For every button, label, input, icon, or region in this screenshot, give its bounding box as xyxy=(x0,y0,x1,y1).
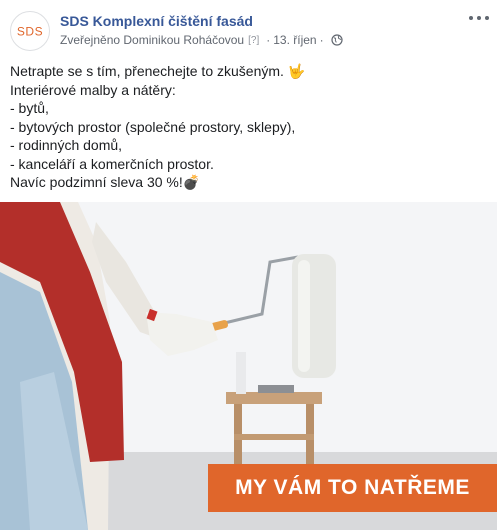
post-image[interactable]: MY VÁM TO NATŘEME xyxy=(0,202,497,530)
post-header: SDS SDS Komplexní čištění fasád Zveřejně… xyxy=(0,0,497,60)
page-name-link[interactable]: SDS Komplexní čištění fasád xyxy=(60,13,253,29)
info-marker[interactable]: [?] xyxy=(248,35,259,46)
post-line: Netrapte se s tím, přenechejte to zkušen… xyxy=(10,63,306,79)
post-meta: Zveřejněno Dominikou Roháčovou [?] · 13.… xyxy=(60,33,343,47)
globe-icon[interactable] xyxy=(330,34,343,46)
post-line: - bytových prostor (společné prostory, s… xyxy=(10,118,296,135)
post-line: Navíc podzimní sleva 30 %!💣 xyxy=(10,174,201,190)
image-banner-text: MY VÁM TO NATŘEME xyxy=(235,476,470,499)
image-banner: MY VÁM TO NATŘEME xyxy=(208,464,497,512)
post-line: - kanceláří a komerčních prostor. xyxy=(10,155,214,172)
published-by: Zveřejněno Dominikou Roháčovou xyxy=(60,33,245,47)
post-text: Netrapte se s tím, přenechejte to zkušen… xyxy=(10,62,490,192)
post-line: - bytů, xyxy=(10,100,49,116)
post-line: Interiérové malby a nátěry: xyxy=(10,81,176,98)
post-date[interactable]: 13. říjen xyxy=(273,33,316,47)
more-options-icon[interactable] xyxy=(469,10,489,26)
page-avatar[interactable]: SDS xyxy=(10,11,50,51)
meta-separator: · xyxy=(266,33,271,47)
avatar-logo-text: SDS xyxy=(17,25,43,39)
sds-logo-icon: SDS xyxy=(17,25,43,39)
meta-separator-2: · xyxy=(319,33,324,47)
post-line: - rodinných domů, xyxy=(10,137,123,153)
